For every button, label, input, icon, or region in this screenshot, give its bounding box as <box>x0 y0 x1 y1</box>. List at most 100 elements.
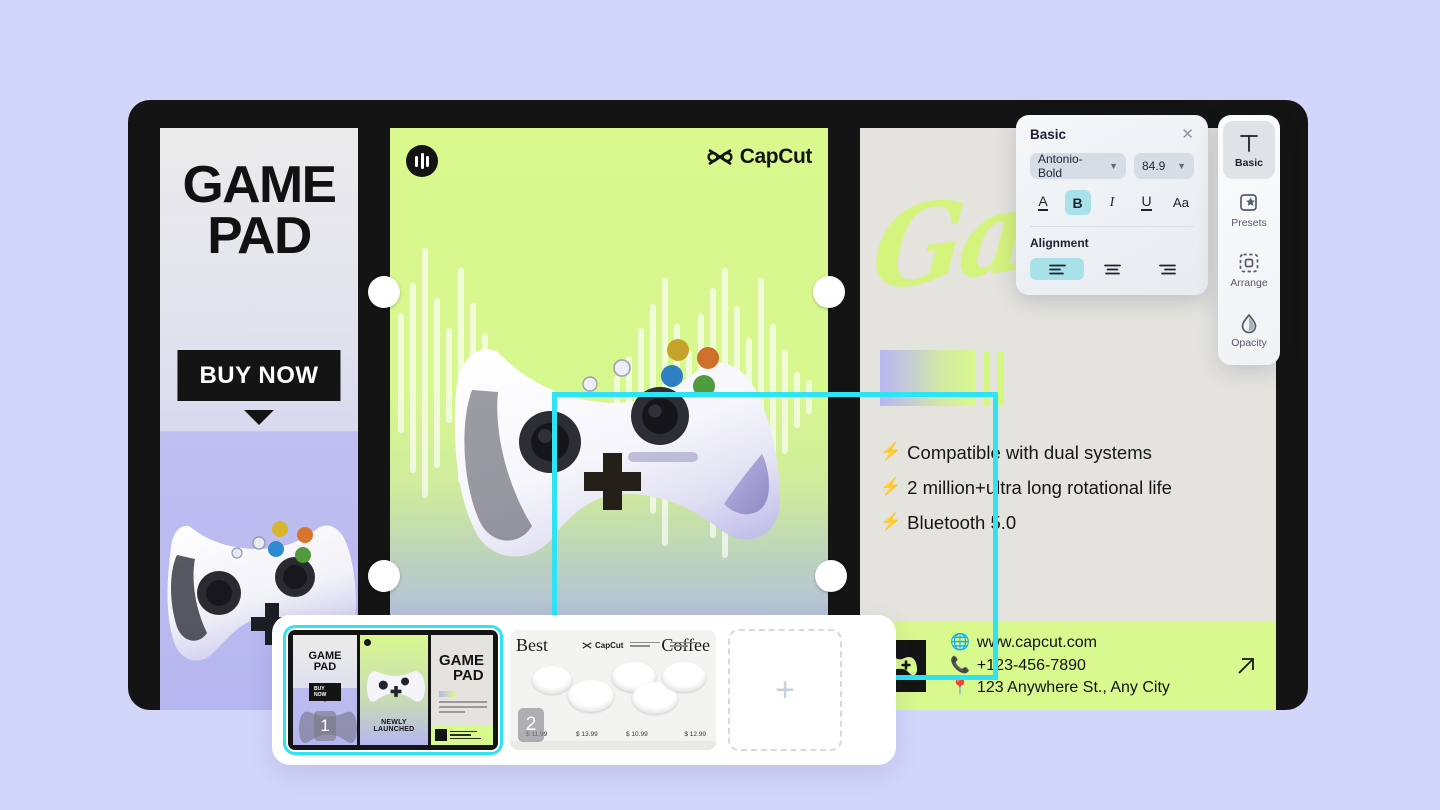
mini-panel-2: NEWLY LAUNCHED NEWLY LAUNCHED <box>360 635 428 745</box>
gradient-bar-accent-2 <box>998 352 1004 406</box>
alignment-label: Alignment <box>1030 236 1089 250</box>
buy-now-button[interactable]: BUY NOW <box>177 350 341 401</box>
rail-item-opacity[interactable]: Opacity <box>1223 301 1275 359</box>
rail-item-presets[interactable]: Presets <box>1223 181 1275 239</box>
bold-label: B <box>1072 194 1083 211</box>
phone-icon: 📞 <box>950 656 970 674</box>
mini-headline-2: PAD <box>453 667 484 684</box>
bold-button[interactable]: B <box>1064 190 1091 215</box>
bolt-icon: ⚡ <box>880 511 902 531</box>
alignment-buttons-row <box>1030 258 1194 280</box>
mini-page-number: 1 <box>314 711 336 741</box>
coffee-footer-bar <box>510 741 716 750</box>
feature-list: ⚡ Compatible with dual systems ⚡ 2 milli… <box>880 440 1172 544</box>
globe-icon: 🌐 <box>950 633 970 651</box>
text-color-label: A <box>1038 193 1048 211</box>
capcut-brand-label: CapCut <box>739 145 813 168</box>
gradient-bar-main <box>880 350 976 406</box>
mini-headline-1: GAME <box>439 652 484 669</box>
rail-label-opacity: Opacity <box>1231 336 1267 349</box>
page-1-preview: GAME PAD BUY NOW 1 NEWLY LAUNCHED GAME P… <box>293 635 493 745</box>
feature-text: Compatible with dual systems <box>907 442 1152 463</box>
page-filmstrip[interactable]: GAME PAD BUY NOW 1 NEWLY LAUNCHED GAME P… <box>272 615 896 765</box>
panel1-title-line1: GAME <box>182 156 338 214</box>
selection-edge-top[interactable] <box>552 392 998 397</box>
feature-text: Bluetooth 5.0 <box>907 511 1017 533</box>
text-basic-panel[interactable]: Basic ✕ Antonio-Bold ▼ 84.9 ▼ A B I U Aa… <box>1016 115 1208 295</box>
screenshot-root: GAME PAD BUY NOW CapCut ⚡ Compatible wit… <box>0 0 1440 810</box>
feature-text: 2 million+ultra long rotational life <box>907 476 1172 498</box>
selection-edge-right[interactable] <box>993 392 998 680</box>
selection-handle-bottom-left[interactable] <box>368 560 400 592</box>
align-right-icon <box>1158 264 1176 274</box>
mini-gamepad-large-icon <box>367 671 425 702</box>
text-color-button[interactable]: A <box>1030 190 1056 215</box>
capcut-logo-icon <box>707 148 733 166</box>
chevron-down-icon: ▼ <box>1109 161 1118 171</box>
align-center-button[interactable] <box>1085 258 1139 280</box>
selection-handle-bottom-right[interactable] <box>815 560 847 592</box>
capcut-brand: CapCut <box>707 145 812 169</box>
mini-title-2: PAD <box>313 661 337 673</box>
bolt-icon: ⚡ <box>880 476 902 496</box>
selection-handle-top-right[interactable] <box>813 276 845 308</box>
contact-row-phone: 📞 +123-456-7890 <box>950 655 1170 678</box>
list-item: ⚡ Bluetooth 5.0 <box>880 510 1172 537</box>
rail-label-arrange: Arrange <box>1230 276 1268 289</box>
rail-label-presets: Presets <box>1231 216 1267 229</box>
location-pin-icon: 📍 <box>950 679 970 697</box>
mini-panel-3: GAME PAD <box>431 635 493 745</box>
contact-info: 🌐 www.capcut.com 📞 +123-456-7890 📍 123 A… <box>950 632 1170 700</box>
list-item: ⚡ Compatible with dual systems <box>880 440 1172 467</box>
chevron-down-icon: ▼ <box>1177 161 1186 171</box>
font-size-select[interactable]: 84.9 ▼ <box>1134 153 1194 179</box>
list-item: ⚡ 2 million+ultra long rotational life <box>880 475 1172 502</box>
selection-handle-top-left[interactable] <box>368 276 400 308</box>
coffee-brand: CapCut <box>582 641 623 650</box>
plus-icon: + <box>775 670 795 709</box>
capcut-logo-icon <box>582 642 592 649</box>
coffee-price-4: $ 12.99 <box>684 731 706 738</box>
case-button[interactable]: Aa <box>1168 190 1194 215</box>
align-left-icon <box>1048 264 1066 274</box>
coffee-cup-2 <box>568 680 614 712</box>
italic-button[interactable]: I <box>1099 190 1125 215</box>
arrange-icon <box>1239 253 1259 272</box>
contact-row-address: 📍 123 Anywhere St., Any City <box>950 677 1170 700</box>
page-number-badge: 2 <box>518 708 544 742</box>
format-buttons-row: A B I U Aa <box>1030 190 1194 215</box>
mini-panel-1: GAME PAD BUY NOW 1 <box>293 635 357 745</box>
filmstrip-page-1[interactable]: GAME PAD BUY NOW 1 NEWLY LAUNCHED GAME P… <box>283 625 503 755</box>
filmstrip-page-2[interactable]: Best Coffee CapCut $ 11.99 $ 13. <box>510 630 716 750</box>
mini-gradient-bar <box>439 691 455 697</box>
underline-button[interactable]: U <box>1134 190 1160 215</box>
opacity-icon <box>1241 313 1257 333</box>
align-right-button[interactable] <box>1140 258 1194 280</box>
align-left-button[interactable] <box>1030 258 1084 280</box>
tool-rail[interactable]: Basic Presets Arrange Opacity <box>1218 115 1280 365</box>
panel-title: Basic <box>1030 127 1067 142</box>
close-icon[interactable]: ✕ <box>1181 127 1194 142</box>
case-label: Aa <box>1173 195 1189 210</box>
gradient-bar-accent-1 <box>984 352 990 406</box>
panel1-title: GAME PAD <box>160 159 358 265</box>
rail-label-basic: Basic <box>1234 156 1264 169</box>
coffee-word-left: Best <box>516 635 549 655</box>
mini-footer <box>431 725 493 745</box>
font-controls-row: Antonio-Bold ▼ 84.9 ▼ <box>1030 152 1194 180</box>
bolt-icon: ⚡ <box>880 442 902 461</box>
rail-item-arrange[interactable]: Arrange <box>1223 241 1275 299</box>
font-size-value: 84.9 <box>1142 159 1166 173</box>
caret-down-icon <box>244 410 274 425</box>
panel1-title-line2: PAD <box>207 206 312 265</box>
mini-audio-icon <box>364 639 371 646</box>
coffee-cup-5 <box>662 662 706 692</box>
add-page-button[interactable]: + <box>728 629 842 751</box>
audio-waveform-icon <box>406 145 438 177</box>
contact-address: 123 Anywhere St., Any City <box>976 679 1170 697</box>
contact-row-website: 🌐 www.capcut.com <box>950 632 1170 655</box>
mini-ribbon: NEWLY LAUNCHED <box>373 719 415 733</box>
align-center-icon <box>1103 264 1121 274</box>
font-family-select[interactable]: Antonio-Bold ▼ <box>1030 152 1126 180</box>
rail-item-basic[interactable]: Basic <box>1223 121 1275 179</box>
